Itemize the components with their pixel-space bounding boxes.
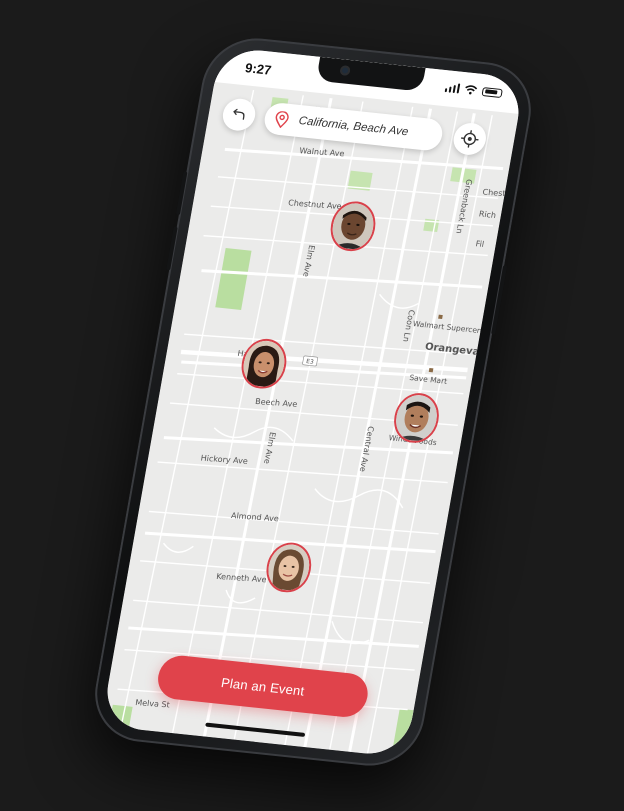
phone-device: E3 Walnut Ave Chestnut Ave Chestnut Av B… (86, 33, 540, 771)
status-icons (444, 82, 503, 98)
status-time: 9:27 (244, 60, 273, 78)
street-label: Rich (478, 209, 497, 220)
map-pin-icon (275, 110, 289, 128)
wifi-icon (465, 85, 478, 95)
crosshair-target-icon (460, 130, 479, 148)
battery-icon (481, 86, 503, 98)
phone-screen: E3 Walnut Ave Chestnut Ave Chestnut Av B… (100, 46, 526, 758)
undo-arrow-icon (233, 108, 245, 120)
route-badge: E3 (306, 358, 315, 366)
plan-event-label: Plan an Event (220, 674, 306, 699)
mockup-stage: E3 Walnut Ave Chestnut Ave Chestnut Av B… (0, 0, 624, 811)
cellular-signal-icon (444, 82, 461, 94)
front-camera (339, 65, 351, 76)
street-label: Fil (475, 239, 485, 249)
search-value: California, Beach Ave (297, 115, 410, 139)
